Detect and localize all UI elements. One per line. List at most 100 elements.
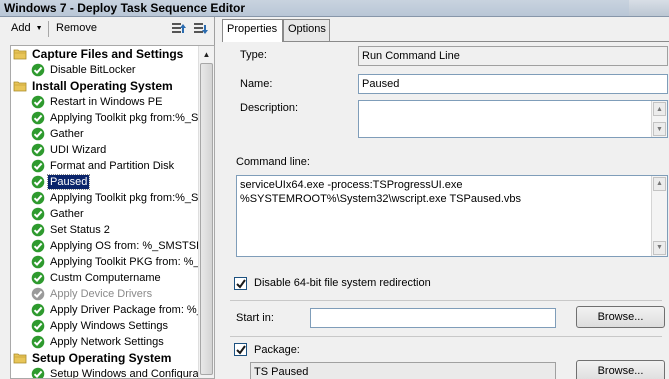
success-check-icon — [31, 127, 45, 141]
success-check-icon — [31, 255, 45, 269]
toolbar: Add ▼ Remove — [0, 17, 215, 44]
package-field: TS Paused — [250, 362, 556, 379]
scroll-up-icon[interactable]: ▲ — [653, 102, 666, 116]
dropdown-arrow-icon: ▼ — [35, 24, 43, 32]
tab-options[interactable]: Options — [283, 19, 330, 41]
move-down-icon[interactable] — [193, 21, 209, 37]
scroll-down-icon[interactable]: ▼ — [653, 241, 666, 255]
tree-item-label: Set Status 2 — [50, 224, 110, 236]
folder-icon — [13, 79, 27, 93]
tree-item-label: Apply Network Settings — [50, 336, 164, 348]
tree-group[interactable]: Setup Operating System — [11, 350, 199, 366]
package-label: Package: — [254, 344, 300, 356]
tree-group[interactable]: Capture Files and Settings — [11, 46, 199, 62]
toolbar-divider — [48, 21, 49, 37]
success-check-icon — [31, 271, 45, 285]
success-check-icon — [31, 95, 45, 109]
scroll-up-icon[interactable]: ▲ — [199, 46, 214, 62]
tree-step[interactable]: Apply Driver Package from: %_ — [11, 302, 203, 318]
description-scrollbar[interactable]: ▲ ▼ — [651, 101, 667, 137]
checkmark-icon — [236, 279, 246, 289]
disable64-checkbox[interactable] — [234, 277, 247, 290]
command-line-label: Command line: — [236, 156, 310, 168]
title-bar: Windows 7 - Deploy Task Sequence Editor — [0, 0, 669, 17]
task-sequence-pane: Add ▼ Remove Capture Files and Settings Di… — [0, 17, 215, 379]
tree-item-label: Setup Windows and Configurat — [50, 368, 202, 379]
tree-item-label: Applying OS from: %_SMSTSH — [50, 240, 205, 252]
tree-step[interactable]: Apply Windows Settings — [11, 318, 199, 334]
tree-step[interactable]: Paused — [11, 174, 199, 190]
tree-group[interactable]: Install Operating System — [11, 78, 199, 94]
window-controls[interactable] — [629, 0, 669, 16]
scroll-down-icon[interactable]: ▼ — [653, 122, 666, 136]
success-check-icon — [31, 319, 45, 333]
tree-step[interactable]: Gather — [11, 126, 199, 142]
success-check-icon — [31, 159, 45, 173]
divider — [230, 336, 662, 337]
add-label: Add — [11, 22, 31, 34]
success-check-icon — [31, 303, 45, 317]
tree-step[interactable]: Applying Toolkit PKG from: %_S — [11, 254, 207, 270]
name-label: Name: — [240, 78, 273, 90]
tree-list: Capture Files and Settings Disable BitLoc… — [11, 46, 208, 379]
command-line-text: serviceUIx64.exe -process:TSProgressUI.e… — [240, 179, 521, 205]
tree-scrollbar[interactable]: ▲ — [198, 46, 214, 378]
command-scrollbar[interactable]: ▲ ▼ — [651, 176, 667, 256]
tree-item-label: Disable BitLocker — [50, 64, 136, 76]
tree-step[interactable]: Apply Network Settings — [11, 334, 199, 350]
name-field[interactable]: Paused — [358, 74, 668, 94]
folder-icon — [13, 47, 27, 61]
description-field[interactable]: ▲ ▼ — [358, 100, 668, 138]
type-field: Run Command Line — [358, 46, 668, 66]
properties-pane: Properties Options Type: Run Command Lin… — [218, 17, 669, 379]
tree-step[interactable]: Applying OS from: %_SMSTSH — [11, 238, 204, 254]
add-button[interactable]: Add ▼ — [11, 22, 43, 34]
success-check-icon — [31, 191, 45, 205]
tree-step[interactable]: Format and Partition Disk — [11, 158, 199, 174]
disable64-label: Disable 64-bit file system redirection — [254, 277, 431, 289]
start-in-field[interactable] — [310, 308, 556, 328]
move-up-icon[interactable] — [171, 21, 187, 37]
tree-step[interactable]: Set Status 2 — [11, 222, 199, 238]
scroll-up-icon[interactable]: ▲ — [653, 177, 666, 191]
scroll-thumb[interactable] — [200, 63, 213, 375]
tree-step[interactable]: Applying Toolkit pkg from:%_SM — [11, 190, 208, 206]
tree-item-label: Apply Windows Settings — [50, 320, 168, 332]
window-title: Windows 7 - Deploy Task Sequence Editor — [4, 1, 246, 15]
tree-item-label: Gather — [50, 128, 84, 140]
tree-step[interactable]: Gather — [11, 206, 199, 222]
command-line-field[interactable]: serviceUIx64.exe -process:TSProgressUI.e… — [236, 175, 668, 257]
tree-item-label: Applying Toolkit pkg from:%_SM — [50, 112, 208, 124]
start-in-label: Start in: — [236, 312, 274, 324]
success-check-icon — [31, 223, 45, 237]
disabled-check-icon — [31, 287, 45, 301]
tree-step[interactable]: UDI Wizard — [11, 142, 199, 158]
package-checkbox[interactable] — [234, 343, 247, 356]
tree-item-label: Capture Files and Settings — [32, 47, 184, 61]
tree-step[interactable]: Applying Toolkit pkg from:%_SM — [11, 110, 208, 126]
success-check-icon — [31, 335, 45, 349]
success-check-icon — [31, 239, 45, 253]
browse-package-button[interactable]: Browse... — [576, 360, 665, 379]
task-sequence-tree[interactable]: Capture Files and Settings Disable BitLoc… — [10, 45, 215, 379]
tab-properties[interactable]: Properties — [222, 19, 283, 42]
success-check-icon — [31, 63, 45, 77]
divider — [230, 300, 662, 301]
tree-step[interactable]: Setup Windows and Configurat — [11, 366, 202, 379]
tree-item-label: Custm Computername — [50, 272, 161, 284]
tree-step[interactable]: Custm Computername — [11, 270, 199, 286]
success-check-icon — [31, 175, 45, 189]
tree-item-label: Applying Toolkit PKG from: %_S — [50, 256, 207, 268]
tree-step[interactable]: Restart in Windows PE — [11, 94, 199, 110]
success-check-icon — [31, 143, 45, 157]
tree-item-label: Restart in Windows PE — [50, 96, 163, 108]
tree-step[interactable]: Apply Device Drivers — [11, 286, 199, 302]
tree-item-label: Apply Driver Package from: %_ — [50, 304, 203, 316]
success-check-icon — [31, 111, 45, 125]
tree-item-label: Applying Toolkit pkg from:%_SM — [50, 192, 208, 204]
tree-step[interactable]: Disable BitLocker — [11, 62, 199, 78]
browse-start-in-button[interactable]: Browse... — [576, 306, 665, 328]
tree-item-label: Format and Partition Disk — [50, 160, 175, 172]
remove-button[interactable]: Remove — [56, 22, 97, 34]
checkmark-icon — [236, 345, 246, 355]
